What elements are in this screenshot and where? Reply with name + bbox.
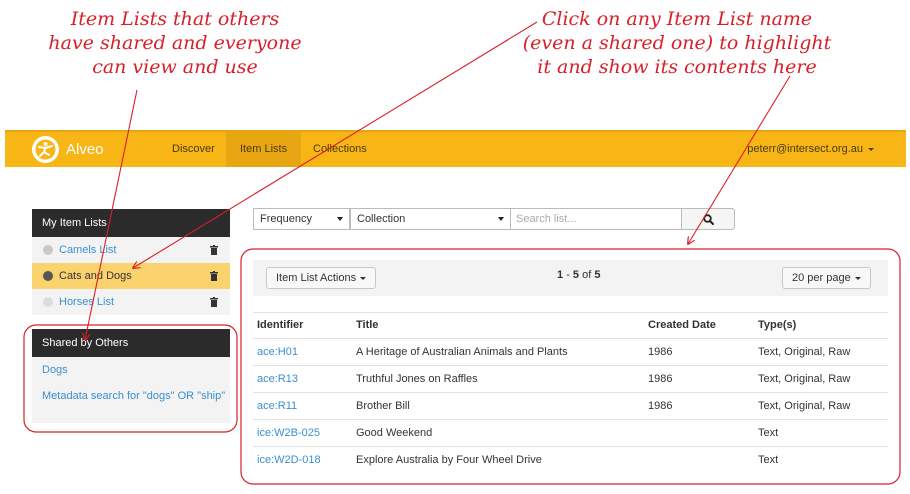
collection-label: Collection: [357, 213, 406, 225]
divider: [253, 365, 888, 366]
column-header-types[interactable]: Type(s): [758, 319, 796, 331]
list-name[interactable]: Horses List: [59, 289, 114, 315]
brand-name: Alveo: [66, 141, 104, 158]
shared-list-dogs[interactable]: Dogs: [42, 364, 68, 376]
pager-of: of: [582, 269, 592, 281]
per-page-button[interactable]: 20 per page: [782, 267, 871, 289]
shared-lists-header: Shared by Others: [32, 329, 230, 357]
list-name[interactable]: Camels List: [59, 237, 116, 263]
trash-icon[interactable]: [210, 271, 218, 281]
divider: [253, 312, 888, 313]
row-identifier[interactable]: ace:R11: [257, 400, 297, 412]
column-header-title[interactable]: Title: [356, 319, 378, 331]
pagination-summary: 1 - 5 of 5: [557, 269, 600, 281]
search-input[interactable]: [510, 208, 682, 230]
row-title: Explore Australia by Four Wheel Drive: [356, 454, 542, 466]
row-identifier[interactable]: ace:H01: [257, 346, 298, 358]
shared-lists: Dogs Metadata search for "dogs" OR "ship…: [32, 357, 230, 423]
divider: [253, 446, 888, 447]
list-name[interactable]: Cats and Dogs: [59, 263, 132, 289]
row-date: 1986: [648, 400, 673, 412]
my-lists-header: My Item Lists: [32, 209, 230, 237]
user-email: peterr@intersect.org.au: [747, 143, 863, 155]
annotation-line: have shared and everyone: [48, 32, 302, 54]
row-identifier[interactable]: ace:R13: [257, 373, 298, 385]
column-header-identifier[interactable]: Identifier: [257, 319, 303, 331]
row-types: Text, Original, Raw: [758, 373, 851, 385]
trash-icon[interactable]: [210, 245, 218, 255]
caret-down-icon: [498, 217, 504, 221]
globe-icon: [43, 271, 53, 281]
actions-label: Item List Actions: [276, 272, 357, 284]
search-icon: [703, 214, 714, 225]
row-title: A Heritage of Australian Animals and Pla…: [356, 346, 568, 358]
nav-collections[interactable]: Collections: [299, 132, 381, 167]
shared-list-metadata-search[interactable]: Metadata search for "dogs" OR "ship": [42, 390, 225, 402]
divider: [253, 338, 888, 339]
row-title: Truthful Jones on Raffles: [356, 373, 478, 385]
trash-icon[interactable]: [210, 297, 218, 307]
item-list-actions-button[interactable]: Item List Actions: [266, 267, 377, 289]
caret-down-icon: [360, 276, 367, 280]
row-title: Good Weekend: [356, 427, 433, 439]
per-page-label: 20 per page: [792, 272, 851, 284]
frequency-label: Frequency: [260, 213, 312, 225]
row-types: Text, Original, Raw: [758, 346, 851, 358]
annotation-line: Click on any Item List name: [541, 8, 813, 30]
frequency-select[interactable]: Frequency: [253, 208, 350, 230]
list-item-camels[interactable]: Camels List: [32, 237, 230, 263]
user-menu[interactable]: peterr@intersect.org.au: [747, 132, 874, 167]
nav-item-lists[interactable]: Item Lists: [226, 132, 302, 167]
nav-discover[interactable]: Discover: [158, 132, 229, 167]
divider: [253, 392, 888, 393]
collection-select[interactable]: Collection: [350, 208, 511, 230]
row-types: Text: [758, 427, 779, 439]
search-button[interactable]: [681, 208, 735, 230]
row-identifier[interactable]: ice:W2B-025: [257, 427, 320, 439]
alveo-logo-icon: [32, 136, 59, 163]
row-date: 1986: [648, 373, 673, 385]
caret-down-icon: [868, 147, 874, 151]
row-identifier[interactable]: ice:W2D-018: [257, 454, 321, 466]
globe-icon: [43, 297, 53, 307]
annotation-shared-lists: Item Lists that others have shared and e…: [25, 7, 325, 79]
pager-total: 5: [594, 269, 601, 281]
pager-end: 5: [572, 269, 580, 281]
annotation-click-list: Click on any Item List name (even a shar…: [517, 7, 837, 79]
caret-down-icon: [854, 276, 861, 280]
column-header-created-date[interactable]: Created Date: [648, 319, 716, 331]
pager-start: 1: [557, 269, 564, 281]
pager-sep: -: [566, 269, 570, 281]
row-title: Brother Bill: [356, 400, 410, 412]
annotation-line: (even a shared one) to highlight: [522, 32, 832, 54]
row-types: Text, Original, Raw: [758, 400, 851, 412]
row-types: Text: [758, 454, 779, 466]
list-item-cats-dogs[interactable]: Cats and Dogs: [32, 263, 230, 289]
my-lists: Camels List Cats and Dogs Horses List: [32, 237, 230, 315]
caret-down-icon: [337, 217, 343, 221]
annotation-line: it and show its contents here: [537, 56, 817, 78]
brand[interactable]: Alveo: [32, 136, 104, 163]
globe-icon: [43, 245, 53, 255]
row-date: 1986: [648, 346, 673, 358]
navbar: Alveo Discover Item Lists Collections pe…: [5, 130, 906, 167]
annotation-line: Item Lists that others: [70, 8, 280, 30]
list-item-horses[interactable]: Horses List: [32, 289, 230, 315]
divider: [253, 419, 888, 420]
annotation-line: can view and use: [92, 56, 258, 78]
